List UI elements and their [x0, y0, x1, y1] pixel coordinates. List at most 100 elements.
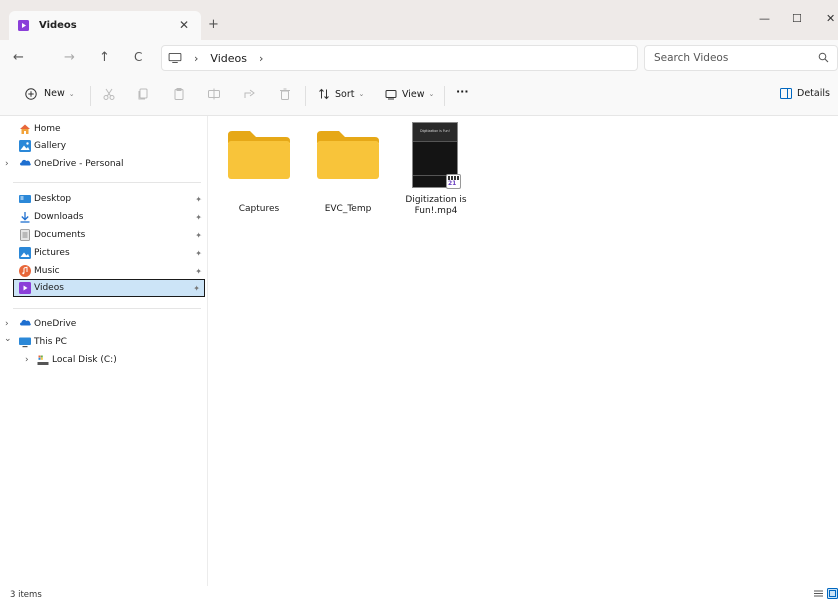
- cut-icon[interactable]: [102, 87, 116, 101]
- sidebar-item-documents[interactable]: Documents ✦: [0, 226, 206, 244]
- title-bar: Videos ✕ + — ☐ ✕: [0, 0, 838, 40]
- tab-close-button[interactable]: ✕: [179, 18, 189, 32]
- item-count: 3 items: [10, 590, 42, 600]
- search-icon: [818, 52, 829, 63]
- close-window-button[interactable]: ✕: [826, 12, 835, 25]
- download-icon: [20, 212, 30, 223]
- sidebar-item-label: Music: [34, 266, 60, 276]
- sort-button[interactable]: Sort ⌄: [318, 88, 364, 100]
- search-input[interactable]: [654, 52, 804, 64]
- search-box[interactable]: [644, 45, 838, 71]
- minimize-button[interactable]: —: [759, 12, 770, 25]
- tab-videos[interactable]: Videos ✕: [9, 11, 201, 40]
- address-input[interactable]: › Videos ›: [161, 45, 638, 71]
- sidebar-item-label: Documents: [34, 230, 86, 240]
- chevron-down-icon: ⌄: [68, 89, 75, 98]
- file-item[interactable]: Digitization is Fun! 21 Digitization is …: [396, 122, 476, 222]
- list-view-icon[interactable]: [814, 589, 823, 598]
- sidebar-item-label: OneDrive: [34, 319, 77, 329]
- view-icon: [385, 90, 397, 100]
- file-item[interactable]: EVC_Temp: [308, 126, 388, 216]
- up-button[interactable]: ↑: [99, 50, 110, 65]
- share-icon[interactable]: [243, 87, 257, 101]
- sidebar-item-label: This PC: [34, 337, 67, 347]
- paste-icon[interactable]: [172, 87, 186, 101]
- divider: [90, 86, 91, 106]
- sort-icon: [319, 88, 329, 100]
- sidebar-item-downloads[interactable]: Downloads ✦: [0, 208, 206, 226]
- forward-button[interactable]: →: [64, 50, 75, 65]
- status-bar: 3 items: [0, 586, 838, 602]
- pictures-icon: [19, 247, 31, 259]
- copy-icon[interactable]: [136, 87, 150, 101]
- new-label: New: [44, 88, 65, 99]
- sidebar-item-label: Videos: [34, 283, 64, 293]
- this-pc-icon: [19, 337, 31, 348]
- folder-icon: [317, 131, 379, 179]
- sidebar-item-videos[interactable]: Videos ✦: [13, 279, 205, 297]
- details-button[interactable]: Details: [780, 88, 830, 99]
- breadcrumb-separator[interactable]: ›: [194, 52, 198, 65]
- videos-icon: [18, 20, 29, 31]
- back-button[interactable]: ←: [13, 50, 24, 65]
- sidebar-item-label: Downloads: [34, 212, 84, 222]
- sidebar-item-label: Gallery: [34, 141, 67, 151]
- maximize-button[interactable]: ☐: [792, 12, 802, 25]
- breadcrumb-separator[interactable]: ›: [259, 52, 263, 65]
- details-label: Details: [797, 88, 830, 99]
- chevron-right-icon[interactable]: ›: [5, 319, 9, 329]
- sidebar-item-pictures[interactable]: Pictures ✦: [0, 244, 206, 262]
- file-list[interactable]: Captures EVC_Temp Digitization is Fun! 2…: [209, 116, 838, 586]
- more-options-button[interactable]: ···: [456, 85, 469, 98]
- view-button[interactable]: View ⌄: [385, 88, 434, 100]
- sidebar-item-onedrive[interactable]: › OneDrive: [0, 315, 206, 333]
- folder-icon: [228, 131, 290, 179]
- pin-icon[interactable]: ✦: [195, 213, 202, 222]
- pin-icon[interactable]: ✦: [195, 249, 202, 258]
- sidebar-item-desktop[interactable]: Desktop ✦: [0, 190, 206, 208]
- music-icon: [19, 265, 31, 277]
- sidebar-item-onedrive-personal[interactable]: › OneDrive - Personal: [0, 155, 206, 173]
- home-icon: [20, 124, 30, 134]
- sidebar-item-music[interactable]: Music ✦: [0, 262, 206, 280]
- sidebar-item-label: Local Disk (C:): [52, 355, 117, 365]
- drive-icon: [37, 355, 49, 365]
- new-tab-button[interactable]: +: [208, 17, 219, 32]
- navigation-pane: Home Gallery › OneDrive - Personal Deskt…: [0, 116, 208, 586]
- chevron-down-icon: ⌄: [358, 90, 365, 98]
- sidebar-item-this-pc[interactable]: ⌄ This PC: [0, 333, 206, 351]
- pin-icon[interactable]: ✦: [195, 231, 202, 240]
- address-bar-row: ← → ↑ C › Videos ›: [0, 40, 838, 76]
- sidebar-item-label: Home: [34, 124, 61, 134]
- sort-label: Sort: [335, 88, 355, 100]
- view-label: View: [402, 88, 425, 100]
- divider: [13, 308, 201, 309]
- tiles-view-icon[interactable]: [827, 588, 838, 599]
- onedrive-icon: [20, 319, 31, 326]
- sidebar-item-local-disk[interactable]: › Local Disk (C:): [0, 351, 206, 369]
- chevron-right-icon[interactable]: ›: [5, 159, 9, 169]
- sidebar-item-gallery[interactable]: Gallery: [0, 137, 206, 155]
- pin-icon[interactable]: ✦: [195, 195, 202, 204]
- sidebar-item-home[interactable]: Home: [0, 120, 206, 138]
- chevron-down-icon: ⌄: [428, 90, 435, 98]
- gallery-icon: [19, 140, 31, 152]
- pin-icon[interactable]: ✦: [195, 267, 202, 276]
- refresh-button[interactable]: C: [134, 50, 142, 64]
- pin-icon[interactable]: ✦: [193, 284, 200, 293]
- badge-text: 21: [448, 180, 457, 187]
- chevron-down-icon[interactable]: ⌄: [4, 334, 12, 344]
- rename-icon[interactable]: [207, 87, 221, 101]
- monitor-icon: [168, 53, 182, 63]
- breadcrumb-videos[interactable]: Videos: [210, 52, 247, 65]
- divider: [13, 182, 201, 183]
- sidebar-item-label: Pictures: [34, 248, 70, 258]
- file-name: Digitization is Fun!.mp4: [405, 195, 467, 216]
- plus-circle-icon: [25, 88, 37, 100]
- file-name: Captures: [238, 204, 280, 214]
- thumbnail-title: Digitization is Fun!: [413, 123, 457, 141]
- delete-icon[interactable]: [278, 87, 292, 101]
- file-item[interactable]: Captures: [219, 126, 299, 216]
- chevron-right-icon[interactable]: ›: [25, 355, 29, 365]
- new-button[interactable]: New ⌄: [25, 88, 75, 100]
